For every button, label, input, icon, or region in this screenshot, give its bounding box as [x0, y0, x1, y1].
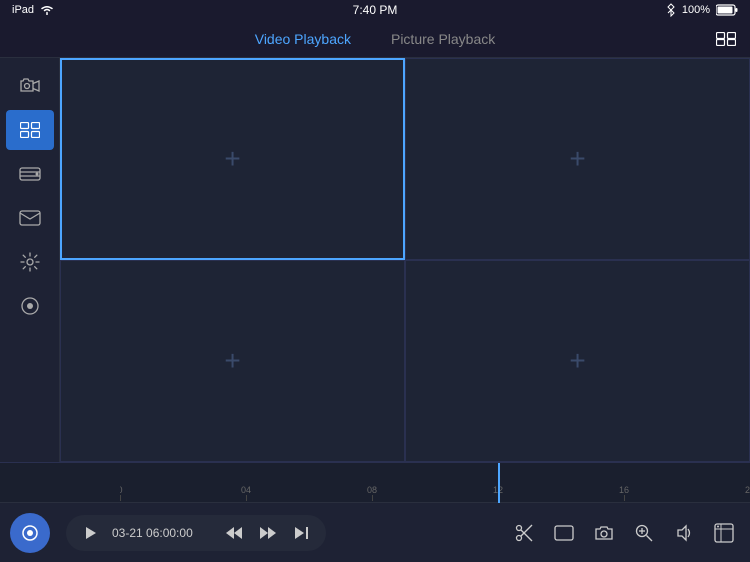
- timeline-mark-08: 08: [367, 485, 377, 495]
- tab-bar: Video Playback Picture Playback: [0, 20, 750, 58]
- status-time: 7:40 PM: [353, 3, 398, 17]
- zoom-button[interactable]: [628, 517, 660, 549]
- sidebar-item-record[interactable]: [6, 286, 54, 326]
- scissors-button[interactable]: [508, 517, 540, 549]
- timeline-mark-0: 0: [120, 485, 123, 495]
- main-layout: + + + +: [0, 58, 750, 462]
- device-label: iPad: [12, 4, 34, 16]
- video-cell-2[interactable]: +: [405, 58, 750, 260]
- sidebar: [0, 58, 60, 462]
- skip-end-button[interactable]: [290, 521, 314, 545]
- video-cell-4[interactable]: +: [405, 260, 750, 462]
- sidebar-item-mail[interactable]: [6, 198, 54, 238]
- battery-icon: [716, 4, 738, 16]
- timeline-mark-20: 20: [745, 485, 750, 495]
- sidebar-item-video[interactable]: [6, 110, 54, 150]
- video-cell-1[interactable]: +: [60, 58, 405, 260]
- add-channel-icon-2: +: [569, 145, 585, 173]
- bluetooth-icon: [666, 3, 676, 17]
- controls-bar: 03-21 06:00:00: [0, 502, 750, 562]
- tab-video-playback[interactable]: Video Playback: [255, 23, 351, 55]
- sidebar-item-settings[interactable]: [6, 242, 54, 282]
- playback-controls: 03-21 06:00:00: [66, 515, 326, 551]
- battery-pct: 100%: [682, 4, 710, 16]
- video-grid: + + + +: [60, 58, 750, 462]
- add-channel-icon-1: +: [224, 145, 240, 173]
- tab-picture-playback[interactable]: Picture Playback: [391, 23, 495, 55]
- timeline-mark-16: 16: [619, 485, 629, 495]
- timeline-track[interactable]: 0 04 08 12 16 20 06:00:00 2019-03-21: [120, 463, 750, 503]
- status-left: iPad: [12, 4, 54, 16]
- wifi-icon: [40, 5, 54, 15]
- screen-layout-icon[interactable]: [716, 32, 736, 46]
- sidebar-item-camera[interactable]: [6, 66, 54, 106]
- snapshot-button[interactable]: [588, 517, 620, 549]
- status-right: 100%: [666, 3, 738, 17]
- fast-forward-button[interactable]: [256, 521, 280, 545]
- play-button[interactable]: [78, 521, 102, 545]
- add-channel-icon-4: +: [569, 347, 585, 375]
- video-cell-3[interactable]: +: [60, 260, 405, 462]
- timeline-mark-04: 04: [241, 485, 251, 495]
- time-display: 03-21 06:00:00: [112, 526, 212, 540]
- timeline-cursor[interactable]: 06:00:00 2019-03-21: [498, 463, 500, 503]
- rectangle-button[interactable]: [548, 517, 580, 549]
- status-bar: iPad 7:40 PM 100%: [0, 0, 750, 20]
- more-settings-button[interactable]: [708, 517, 740, 549]
- sidebar-item-nvr[interactable]: [6, 154, 54, 194]
- home-circle-button[interactable]: [10, 513, 50, 553]
- add-channel-icon-3: +: [224, 347, 240, 375]
- rewind-button[interactable]: [222, 521, 246, 545]
- audio-button[interactable]: [668, 517, 700, 549]
- timeline-area[interactable]: 0 04 08 12 16 20 06:00:00 2019-03-21: [0, 462, 750, 502]
